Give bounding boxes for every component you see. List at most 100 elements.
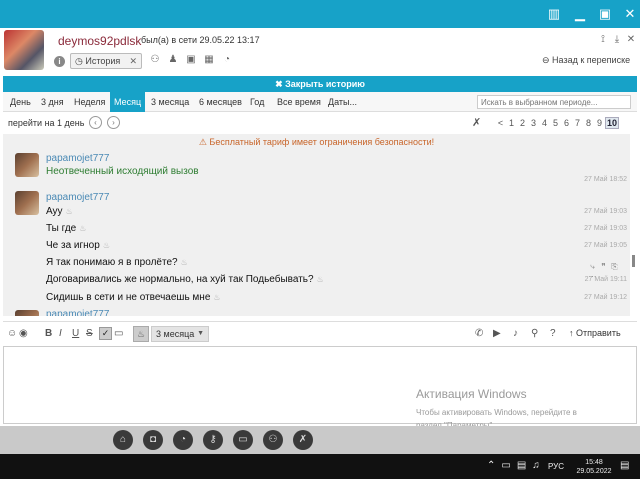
back-to-chat-link[interactable]: ⊖ Назад к переписке [542,55,630,66]
keyboard-icon[interactable]: ▭ [114,328,123,339]
contacts-icon[interactable]: ⚇ [263,430,283,450]
contacts-icon[interactable]: ⚇ [146,54,164,65]
avatar[interactable] [15,191,39,215]
message-author[interactable]: papamojet777 [46,192,109,203]
clock-icon: ◷ [75,56,86,66]
phone-icon[interactable]: ✆ [475,328,483,339]
attach-icon[interactable]: ⚲ [531,328,538,339]
columns-icon[interactable]: ▥ [545,5,563,23]
message-text: Я так понимаю я в пролёте? ♨ [46,257,188,268]
video-icon[interactable]: ▶ [493,328,501,339]
restore-icon[interactable]: ▣ [596,5,614,23]
info-icon[interactable]: i [54,56,65,67]
contact-avatar[interactable] [4,30,44,70]
storage-period-select[interactable]: 3 месяца ▼ [151,326,209,342]
image-icon[interactable]: ▣ [182,54,200,65]
pin-icon[interactable]: ⟟ [596,34,610,45]
copy-icon[interactable]: ⎘ [609,262,620,272]
bottom-toolbar: ⌂ ◘ ◔ ⚷ ▭ ⚇ ✗ [0,426,640,454]
contact-status: был(а) в сети 29.05.22 13:17 [141,35,260,45]
calendar-icon[interactable]: ▦ [200,54,218,65]
notification-icon[interactable]: ▤ [620,460,629,471]
period-search-input[interactable] [477,95,631,109]
page-8[interactable]: 8 [583,118,594,128]
quote-icon[interactable]: ❞ [598,262,609,271]
message-text: Ауу ♨ [46,206,73,217]
message-text: Че за игнор ♨ [46,240,110,251]
self-destruct-icon[interactable]: ♨ [133,326,149,342]
bag-icon[interactable]: ◔ [173,430,193,450]
chat-scrollbar[interactable] [632,255,635,267]
sticker-icon[interactable]: ◉ [19,328,28,339]
italic-button[interactable]: I [59,328,62,339]
folder-icon[interactable]: ▭ [233,430,253,450]
tab-6-months[interactable]: 6 месяцев [195,92,246,112]
page-1[interactable]: 1 [506,118,517,128]
message-author[interactable]: papamojet777 [46,153,109,164]
avatar[interactable] [15,153,39,177]
strike-button[interactable]: S [86,328,93,339]
volume-icon[interactable]: ♫ [532,460,540,471]
unpin-icon[interactable]: ⤓ [610,34,624,45]
network-icon[interactable]: ▤ [517,460,526,471]
tab-history-label: История [85,56,121,66]
help-icon[interactable]: ? [550,328,556,339]
underline-button[interactable]: U [72,328,79,339]
tab-close-icon[interactable]: ✕ [129,54,137,68]
page-6[interactable]: 6 [561,118,572,128]
period-tabs: День 3 дня Неделя Месяц 3 месяца 6 месяц… [3,92,637,112]
chevron-up-icon[interactable]: ⌃ [487,460,495,471]
home-icon[interactable]: ⌂ [113,430,133,450]
camera-icon[interactable]: ◘ [143,430,163,450]
close-chat-icon[interactable]: ✕ [624,34,638,45]
tab-all-time[interactable]: Все время [273,92,325,112]
next-day-icon[interactable]: › [107,116,120,129]
language-indicator[interactable]: РУС [548,462,564,471]
page-prev[interactable]: < [495,118,506,128]
page-9[interactable]: 9 [594,118,605,128]
tab-month[interactable]: Месяц [110,92,146,112]
page-2[interactable]: 2 [517,118,528,128]
close-history-bar[interactable]: ✖ Закрыть историю [3,76,637,92]
tab-year[interactable]: Год [246,92,268,112]
tab-day[interactable]: День [6,92,35,112]
check-icon[interactable]: ✓ [99,327,112,340]
page-5[interactable]: 5 [550,118,561,128]
tools-icon[interactable]: ✗ [472,116,481,129]
settings-icon[interactable]: ✗ [293,430,313,450]
page-3[interactable]: 3 [528,118,539,128]
tab-dates[interactable]: Даты... [324,92,361,112]
close-icon[interactable]: ✕ [621,5,639,23]
activation-text: Чтобы активировать Windows, перейдите в [416,408,577,417]
clock-time: 15:48 [585,459,603,466]
message-body: Ауу [46,206,63,217]
page-4[interactable]: 4 [539,118,550,128]
page-7[interactable]: 7 [572,118,583,128]
goto-day-label: перейти на 1 день [8,118,85,128]
tab-history[interactable]: ◷ История ✕ [70,53,142,69]
microphone-icon[interactable]: ♪ [513,328,518,339]
tab-week[interactable]: Неделя [70,92,109,112]
forward-icon[interactable]: ⤷ [587,262,598,272]
tab-3-days[interactable]: 3 дня [37,92,68,112]
minimize-icon[interactable]: ▁ [571,5,589,23]
smile-icon[interactable]: ☺ [7,328,17,339]
tab-3-months[interactable]: 3 месяца [147,92,193,112]
key-icon[interactable]: ⚷ [203,430,223,450]
contact-name[interactable]: deymos92pdlsk [58,34,141,48]
bag-icon[interactable]: ◔ [218,54,236,65]
message-time: 27 Май 19:12 [584,294,627,301]
send-button[interactable]: ↑ Отправить [569,328,621,338]
message-body: Сидишь в сети и не отвечаешь мне [46,292,211,303]
prev-day-icon[interactable]: ‹ [89,116,102,129]
title-bar: ▥ ▁ ▣ ✕ [0,0,640,28]
message-author[interactable]: papamojet777 [46,309,109,316]
user-icon[interactable]: ♟ [164,54,182,65]
page-current[interactable]: 10 [605,117,619,129]
clock[interactable]: 15:48 29.05.2022 [574,458,614,476]
bold-button[interactable]: B [45,328,52,339]
screen-icon[interactable]: ▭ [501,460,510,471]
activation-title: Активация Windows [416,387,527,401]
read-status-icon: ♨ [213,293,221,302]
avatar[interactable] [15,310,39,316]
